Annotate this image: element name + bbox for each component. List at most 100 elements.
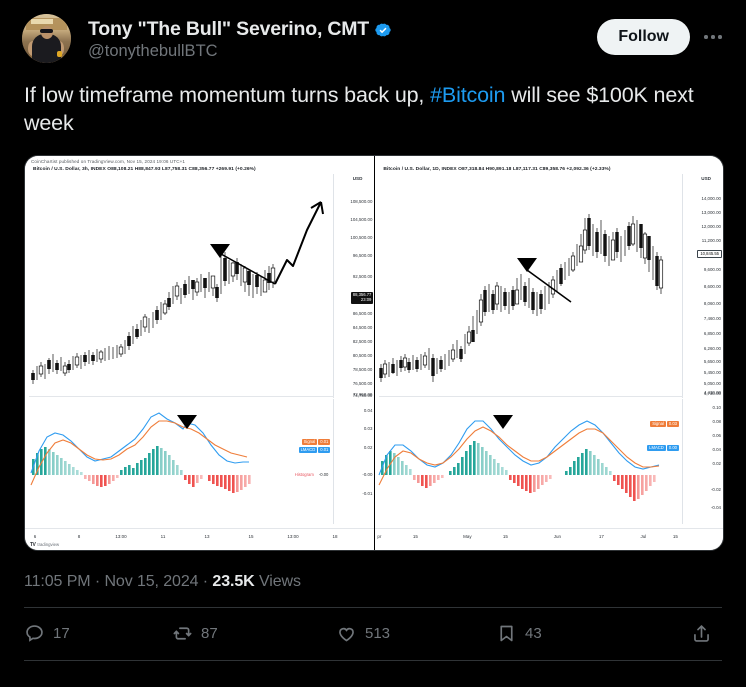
ytick-left-10: 76,500.00: [352, 380, 373, 386]
lmacd-label-right: LMACD: [647, 444, 666, 451]
xtick-right-5: Jul: [640, 533, 647, 539]
signal-label-right: Signal: [650, 420, 666, 427]
xtick-right-6: 15: [672, 533, 678, 539]
like-count: 513: [365, 625, 391, 643]
bookmark-button[interactable]: 43: [496, 623, 542, 644]
price-unit-left: USD: [352, 175, 363, 181]
ytick-left-4: 92,500.00: [352, 273, 373, 279]
divider-bottom: [24, 659, 722, 661]
like-button[interactable]: 513: [336, 623, 496, 644]
chart-watermark-left: CoinChartist published on TradingView.co…: [31, 158, 186, 164]
xtick-left-6: 13:00: [287, 533, 299, 539]
views-label: Views: [258, 572, 301, 590]
current-time-left: 23:09: [360, 296, 372, 302]
follow-button[interactable]: Follow: [597, 19, 690, 55]
ytick-right-5: 8,600.00: [703, 283, 721, 289]
ytick-right-11: 5,450.00: [703, 369, 721, 375]
repost-count: 87: [201, 625, 218, 643]
meta-sep-1: ·: [94, 572, 101, 590]
tweet-time: 11:05 PM: [24, 572, 91, 590]
macd-legend-macd-left: LMACD 0.01: [298, 447, 331, 453]
ytick-left-12: 72,950.00: [352, 391, 373, 397]
xtick-right-0: 15: [412, 533, 418, 539]
macd-scale-left[interactable]: 0.04 0.03 0.02 -0.00 -0.01: [333, 398, 374, 524]
macd-ytick-left-3: -0.00: [362, 471, 373, 477]
projection-arrow-left: [274, 201, 322, 285]
ytick-right-9: 6,260.00: [703, 345, 721, 351]
comment-icon: [26, 625, 43, 643]
more-options-icon[interactable]: [696, 20, 730, 54]
macd-ytick-left-1: 0.03: [363, 425, 373, 431]
verified-badge-icon: [375, 23, 391, 36]
xtick-left-0: 6: [33, 533, 37, 539]
ytick-left-1: 104,500.00: [350, 216, 373, 222]
tweet-meta: 11:05 PM · Nov 15, 2024 · 23.5K Views: [0, 551, 746, 591]
xtick-left-7: 18: [332, 533, 338, 539]
ytick-left-7: 82,500.00: [352, 338, 373, 344]
author-name-row[interactable]: Tony "The Bull" Severino, CMT: [88, 18, 597, 41]
reply-button[interactable]: 17: [24, 623, 172, 644]
xtick-right-3: Jun: [553, 533, 562, 539]
ytick-left-3: 96,500.00: [352, 252, 373, 258]
reply-count: 17: [53, 625, 70, 643]
tradingview-label-left: tradingview: [37, 542, 60, 548]
chart-ohlc-left: O88,108.21 H88,847.93 L87,758.31 C88,356…: [107, 166, 256, 172]
down-triangle-marker-right: [517, 257, 538, 272]
ytick-left-8: 80,500.00: [352, 352, 373, 358]
signal-value-right: 0.03: [666, 420, 679, 427]
xtick-right-label-pr: pr: [377, 533, 382, 539]
xtick-right-1: May: [463, 533, 472, 539]
macd-ytick-left-0: 0.04: [363, 407, 373, 413]
author-handle[interactable]: @tonythebullBTC: [88, 42, 597, 61]
macd-plot-left: [30, 412, 251, 493]
down-triangle-marker-left: [210, 243, 230, 258]
meta-sep-2: ·: [202, 572, 209, 590]
bookmark-count: 43: [525, 625, 542, 643]
macd-legend-signal-right: Signal 0.03: [650, 421, 679, 427]
chart-symbol-left: Bitcoin / U.S. Dollar, 3h, INDEX: [33, 166, 106, 172]
price-scale-right[interactable]: USD 14,000.00 13,000.00 12,000.00 11,200…: [681, 173, 723, 398]
macd-ytick-right-4: 0.02: [712, 460, 721, 466]
bookmark-icon: [500, 625, 513, 642]
xtick-left-1: 8: [77, 533, 81, 539]
macd-pane-right: Signal 0.03 LMACD 0.00 0.10 0.08 0.06 0.04…: [375, 398, 723, 524]
x-axis-left: 6 8 13:00 11 13 15 13:00 18: [25, 527, 375, 550]
xtick-left-4: 13: [204, 533, 210, 539]
macd-scale-right[interactable]: 0.10 0.08 0.06 0.04 0.02 -0.02 -0.04: [681, 398, 723, 524]
chart-symbol-right: Bitcoin / U.S. Dollar, 1D, INDEX: [383, 166, 457, 172]
share-button[interactable]: [691, 623, 720, 644]
chart-ohlc-right: O87,318.84 H90,891.18 L87,117.31 C89,358…: [458, 166, 611, 172]
ytick-right-8: 6,850.00: [703, 330, 721, 336]
signal-value-left: 0.01: [318, 438, 331, 445]
ytick-left-0: 108,500.00: [350, 198, 373, 204]
candlestick-plot-left: [31, 200, 324, 384]
xtick-left-3: 11: [160, 533, 166, 539]
histogram-label-left: Histogram: [294, 471, 314, 477]
tweet-media-chart-image[interactable]: CoinChartist published on TradingView.co…: [24, 154, 724, 551]
ytick-right-1: 13,000.00: [701, 209, 721, 215]
avatar[interactable]: [22, 14, 71, 63]
current-price-badge-right: 10,845.55: [697, 249, 722, 259]
chart-left-3h: CoinChartist published on TradingView.co…: [25, 155, 376, 550]
price-unit-right: USD: [701, 175, 711, 181]
chart-header-right: Bitcoin / U.S. Dollar, 1D, INDEX O87,318…: [383, 167, 610, 172]
ytick-left-6: 84,500.00: [352, 324, 373, 330]
macd-ytick-right-5: -0.02: [710, 486, 721, 492]
chart-right-1d: Bitcoin / U.S. Dollar, 1D, INDEX O87,318…: [375, 155, 723, 550]
tradingview-logo-left: TV tradingview: [30, 542, 59, 548]
author-names: Tony "The Bull" Severino, CMT @tonythebu…: [88, 14, 597, 61]
macd-ytick-left-2: 0.02: [363, 444, 373, 450]
ytick-right-3: 11,200.00: [701, 237, 721, 243]
price-scale-left[interactable]: USD 108,500.00 104,500.00 100,500.00 96,…: [333, 173, 375, 398]
ytick-right-6: 8,060.00: [703, 300, 721, 306]
hashtag-bitcoin-link[interactable]: #Bitcoin: [430, 83, 505, 107]
histogram-value-left: -0.00: [318, 471, 329, 477]
header-actions: Follow: [597, 14, 730, 55]
price-pane-right: USD 14,000.00 13,000.00 12,000.00 11,200…: [375, 173, 723, 398]
macd-pane-left: Signal 0.01 LMACD 0.01 Histogram -0.00 0.04…: [25, 398, 374, 524]
tweet-text-part-1: If low timeframe momentum turns back up,: [24, 83, 431, 107]
repost-button[interactable]: 87: [172, 623, 336, 644]
ytick-right-7: 7,460.00: [703, 315, 721, 321]
macd-plot-right: [378, 414, 660, 501]
lmacd-value-right: 0.00: [666, 444, 679, 451]
